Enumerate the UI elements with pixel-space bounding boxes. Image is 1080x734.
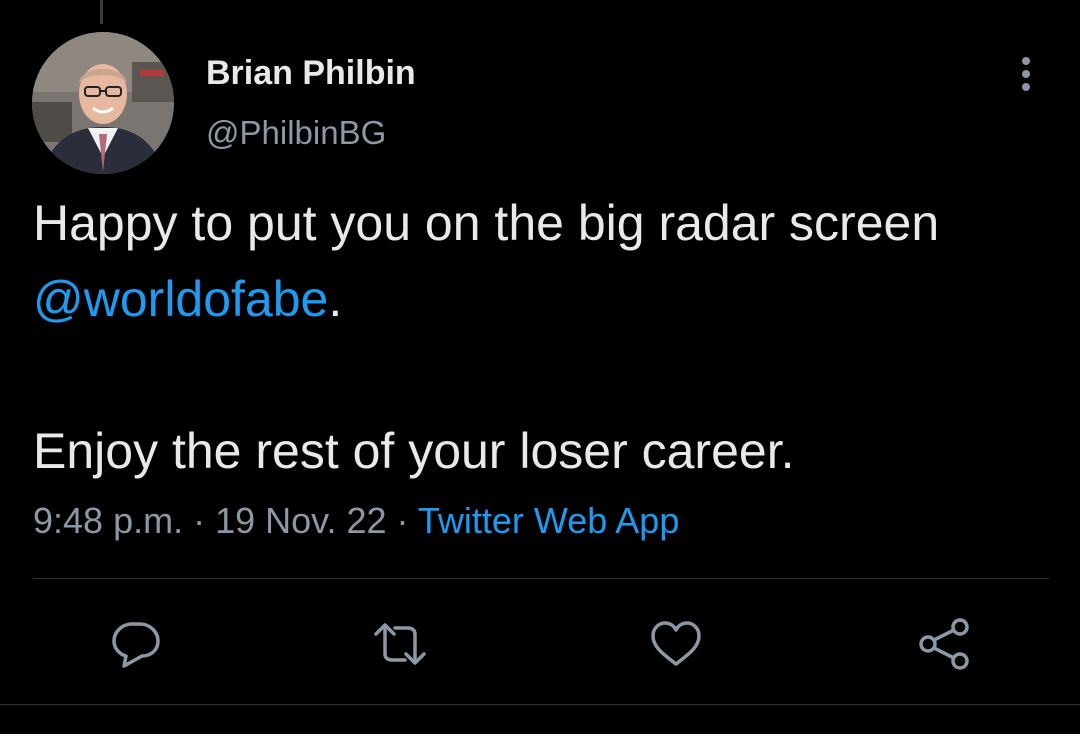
divider (33, 578, 1049, 579)
meta-separator: · (183, 500, 216, 541)
divider (0, 704, 1080, 705)
thread-connector-line (100, 0, 103, 24)
author-display-name[interactable]: Brian Philbin (206, 52, 416, 94)
tweet-line-2: Enjoy the rest of your loser career. (33, 423, 795, 479)
retweet-button[interactable] (372, 616, 428, 672)
heart-icon (651, 621, 701, 666)
tweet-author[interactable]: Brian Philbin @PhilbinBG (206, 52, 416, 154)
tweet-source-link[interactable]: Twitter Web App (418, 500, 679, 541)
tweet-text: Happy to put you on the big radar screen… (33, 185, 1043, 489)
more-options-icon (1022, 57, 1030, 91)
reply-button[interactable] (108, 616, 164, 672)
mention-link[interactable]: @worldofabe (33, 271, 328, 327)
author-handle[interactable]: @PhilbinBG (206, 112, 416, 154)
avatar[interactable] (32, 32, 174, 174)
tweet-date[interactable]: 19 Nov. 22 (215, 500, 386, 541)
tweet-text-prefix: Happy to put you on the big radar screen (33, 195, 940, 251)
share-button[interactable] (916, 616, 972, 672)
tweet-line-1: Happy to put you on the big radar screen… (33, 185, 1043, 337)
tweet-text-suffix: . (328, 271, 343, 327)
reply-icon (112, 622, 160, 668)
profile-photo-icon (32, 32, 174, 174)
tweet-meta: 9:48 p.m. · 19 Nov. 22 · Twitter Web App (33, 498, 679, 544)
more-options-button[interactable] (1006, 54, 1046, 94)
like-button[interactable] (648, 616, 704, 672)
meta-separator: · (386, 500, 418, 541)
share-icon (919, 618, 969, 670)
retweet-icon (374, 623, 426, 665)
tweet-time[interactable]: 9:48 p.m. (33, 500, 183, 541)
